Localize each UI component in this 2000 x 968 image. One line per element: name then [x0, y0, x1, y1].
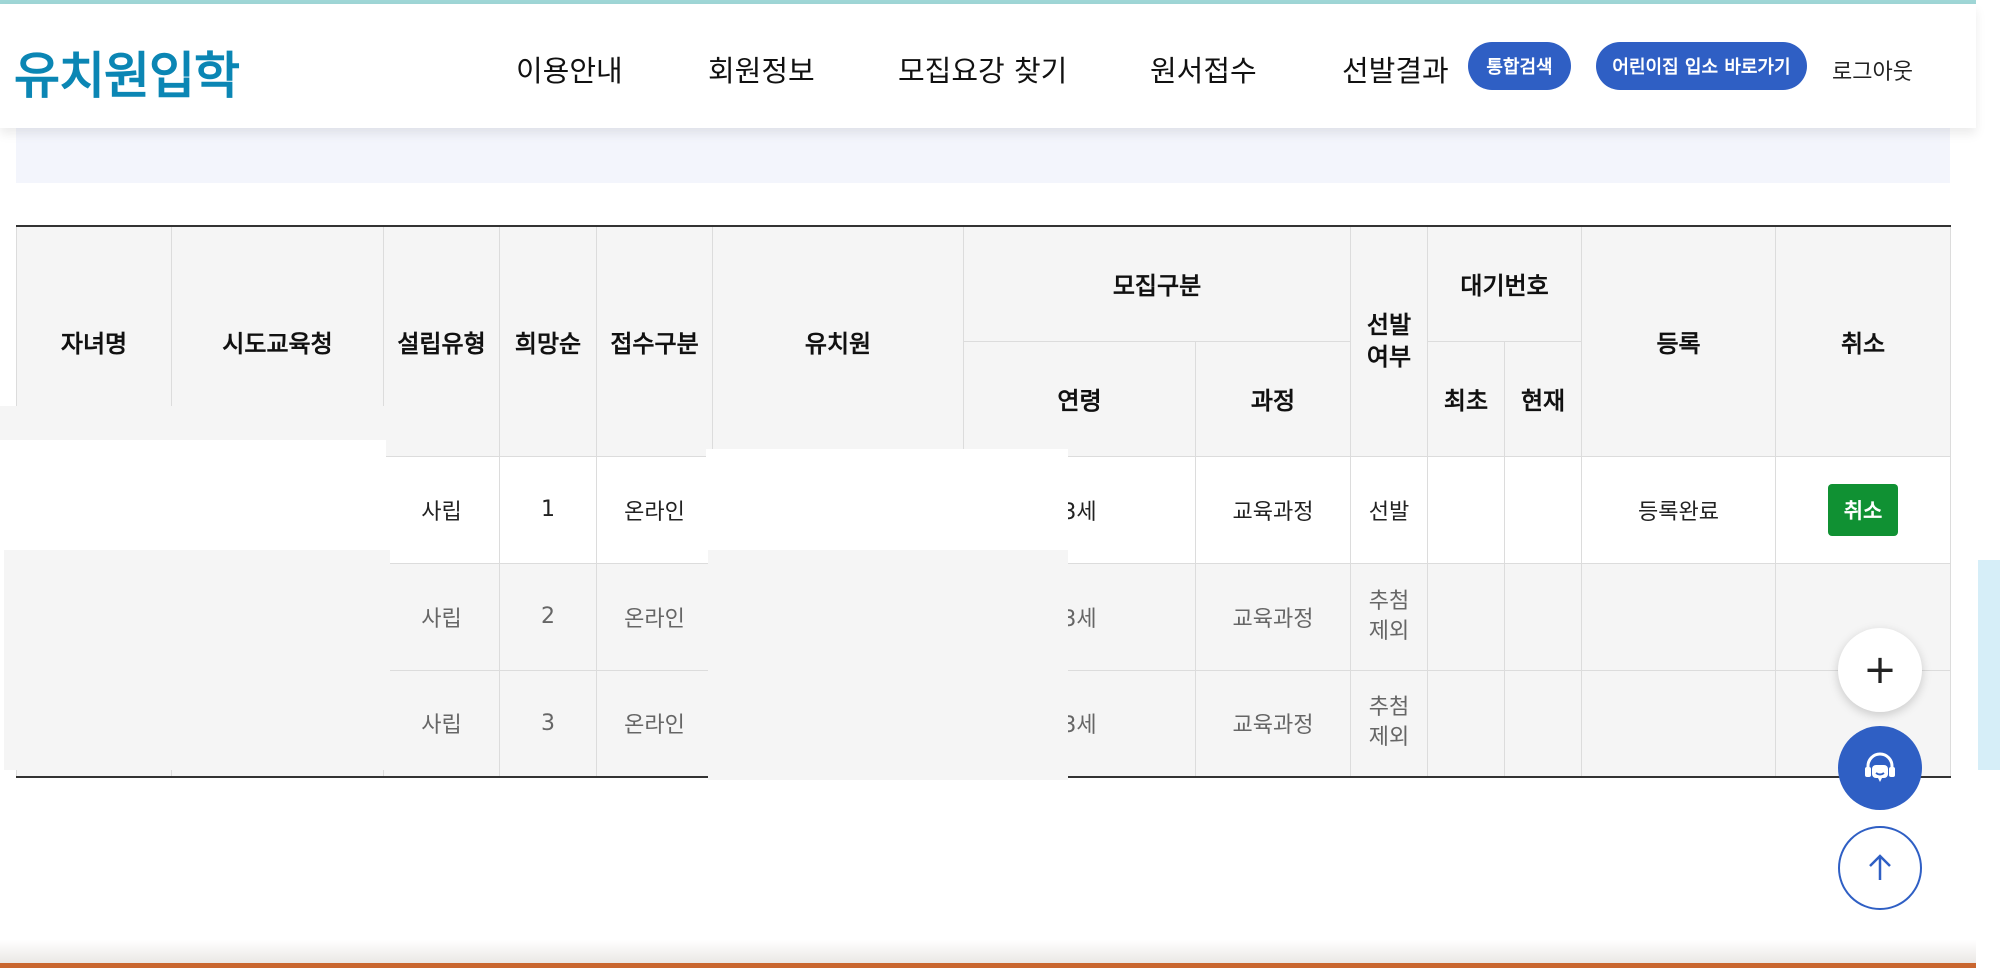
nav-application[interactable]: 원서접수	[1150, 48, 1257, 90]
integrated-search-button[interactable]: 통합검색	[1468, 42, 1571, 90]
header-waiting-number: 대기번호	[1427, 225, 1583, 342]
apply-type-cell: 온라인	[596, 455, 713, 564]
headset-chat-icon	[1865, 752, 1895, 782]
waiting-first-cell	[1427, 455, 1506, 564]
waiting-current-cell	[1504, 562, 1583, 671]
nav-member-info[interactable]: 회원정보	[708, 48, 815, 90]
header-recruit-category: 모집구분	[962, 225, 1352, 342]
cancel-cell: 취소	[1775, 455, 1952, 564]
course-cell: 교육과정	[1194, 669, 1352, 778]
selected-status-cell: 선발	[1350, 455, 1429, 564]
selected-status-cell: 추첨 제외	[1350, 562, 1429, 671]
redaction-mask	[0, 406, 386, 440]
type-cell: 사립	[383, 669, 500, 778]
type-cell: 사립	[383, 562, 500, 671]
redaction-mask	[4, 550, 390, 770]
redaction-mask	[708, 550, 1068, 780]
header-register: 등록	[1581, 225, 1777, 457]
header-waiting-current: 현재	[1504, 340, 1583, 457]
bottom-band	[0, 963, 1976, 968]
header-selected: 선발 여부	[1350, 225, 1429, 457]
site-logo[interactable]: 유치원입학	[14, 36, 240, 108]
course-cell: 교육과정	[1194, 562, 1352, 671]
priority-cell: 2	[499, 562, 597, 671]
right-scroll-strip	[1976, 0, 2000, 968]
site-header: 유치원입학 이용안내 회원정보 모집요강 찾기 원서접수 선발결과 통합검색 어…	[0, 4, 1976, 128]
register-status-cell	[1581, 669, 1777, 778]
header-priority: 희망순	[499, 225, 597, 457]
expand-menu-button[interactable]: +	[1838, 628, 1922, 712]
apply-type-cell: 온라인	[596, 562, 713, 671]
waiting-current-cell	[1504, 455, 1583, 564]
logout-link[interactable]: 로그아웃	[1832, 54, 1913, 86]
waiting-current-cell	[1504, 669, 1583, 778]
register-status-cell: 등록완료	[1581, 455, 1777, 564]
scroll-top-button[interactable]	[1838, 826, 1922, 910]
nav-recruit-search[interactable]: 모집요강 찾기	[898, 48, 1067, 90]
course-cell: 교육과정	[1194, 455, 1352, 564]
apply-type-cell: 온라인	[596, 669, 713, 778]
waiting-first-cell	[1427, 669, 1506, 778]
header-cancel: 취소	[1775, 225, 1952, 457]
daycare-shortcut-button[interactable]: 어린이집 입소 바로가기	[1596, 42, 1807, 90]
chat-support-button[interactable]	[1838, 726, 1922, 810]
redaction-mask	[0, 440, 386, 550]
priority-cell: 1	[499, 455, 597, 564]
header-waiting-first: 최초	[1427, 340, 1506, 457]
redaction-mask	[706, 449, 1068, 550]
header-establishment-type: 설립유형	[383, 225, 500, 457]
nav-selection-result[interactable]: 선발결과	[1342, 48, 1449, 90]
priority-cell: 3	[499, 669, 597, 778]
header-course: 과정	[1194, 340, 1352, 457]
type-cell: 사립	[383, 455, 500, 564]
register-status-cell	[1581, 562, 1777, 671]
nav-guide[interactable]: 이용안내	[516, 48, 623, 90]
arrow-up-icon	[1869, 854, 1891, 880]
waiting-first-cell	[1427, 562, 1506, 671]
cancel-button[interactable]: 취소	[1827, 483, 1899, 536]
header-apply-type: 접수구분	[596, 225, 713, 457]
info-band	[16, 128, 1950, 183]
plus-icon: +	[1863, 647, 1897, 693]
header-kindergarten: 유치원	[712, 225, 964, 457]
header-age: 연령	[963, 340, 1196, 457]
selected-status-cell: 추첨 제외	[1350, 669, 1429, 778]
